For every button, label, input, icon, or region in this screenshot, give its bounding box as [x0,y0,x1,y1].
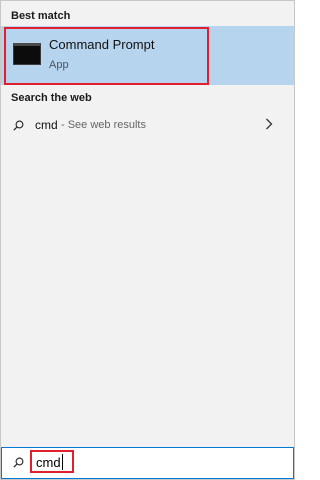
search-icon [13,120,24,131]
best-match-header: Best match [11,10,71,22]
web-search-query: cmd [35,118,58,132]
best-match-highlight [4,27,209,85]
web-search-suffix: - See web results [61,119,146,131]
search-web-header: Search the web [11,92,92,104]
search-bar-icon [13,457,24,468]
search-value-highlight [30,450,74,473]
chevron-right-icon[interactable] [265,118,273,130]
search-results-panel: Best match Command Prompt App Search the… [0,0,295,480]
